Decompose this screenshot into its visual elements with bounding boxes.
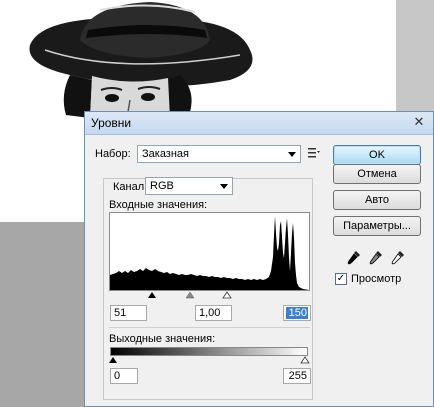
cancel-button[interactable]: Отмена <box>333 164 421 184</box>
preset-menu-icon[interactable] <box>308 147 320 159</box>
white-point-handle <box>222 291 232 299</box>
input-levels-slider[interactable] <box>109 291 310 300</box>
channel-value: RGB <box>150 180 174 192</box>
close-icon[interactable]: ✕ <box>411 114 427 130</box>
options-button[interactable]: Параметры... <box>333 216 421 236</box>
dialog-titlebar[interactable]: Уровни ✕ <box>85 112 433 135</box>
input-levels-label: Входные значения: <box>109 199 208 211</box>
input-white-field[interactable]: 150 <box>283 305 311 321</box>
auto-button[interactable]: Авто <box>333 190 421 210</box>
output-black-field[interactable]: 0 <box>110 368 138 384</box>
output-white-field[interactable]: 255 <box>283 368 311 384</box>
histogram <box>109 212 310 291</box>
preset-dropdown[interactable]: Заказная <box>137 145 301 163</box>
input-black-field[interactable]: 51 <box>110 305 147 321</box>
gamma-handle <box>185 291 195 299</box>
divider <box>109 327 310 328</box>
ok-button[interactable]: OK <box>333 145 421 165</box>
preset-value: Заказная <box>142 148 190 160</box>
preview-checkbox[interactable]: ✓ <box>335 273 347 285</box>
output-levels-label: Выходные значения: <box>109 333 216 345</box>
black-eyedropper-icon[interactable] <box>347 250 361 266</box>
output-white-handle <box>300 356 310 364</box>
preset-label: Набор: <box>95 148 131 160</box>
chevron-down-icon <box>220 184 228 189</box>
gray-eyedropper-icon[interactable] <box>369 250 383 266</box>
input-gamma-field[interactable]: 1,00 <box>195 305 232 321</box>
output-gradient-bar <box>110 347 308 356</box>
preview-label: Просмотр <box>351 273 402 285</box>
checkmark-icon: ✓ <box>336 273 346 284</box>
levels-dialog: Уровни ✕ Набор: Заказная Канал: RGB Вход… <box>84 111 434 407</box>
chevron-down-icon <box>288 152 296 157</box>
channel-label: Канал: <box>111 181 150 193</box>
channel-dropdown[interactable]: RGB <box>145 177 233 195</box>
histogram-graph <box>110 216 309 290</box>
input-white-value: 150 <box>286 307 308 319</box>
black-point-handle <box>148 292 156 298</box>
white-eyedropper-icon[interactable] <box>391 250 405 266</box>
output-levels-slider[interactable] <box>109 356 310 364</box>
output-black-handle <box>109 357 117 363</box>
dialog-title: Уровни <box>91 116 132 130</box>
